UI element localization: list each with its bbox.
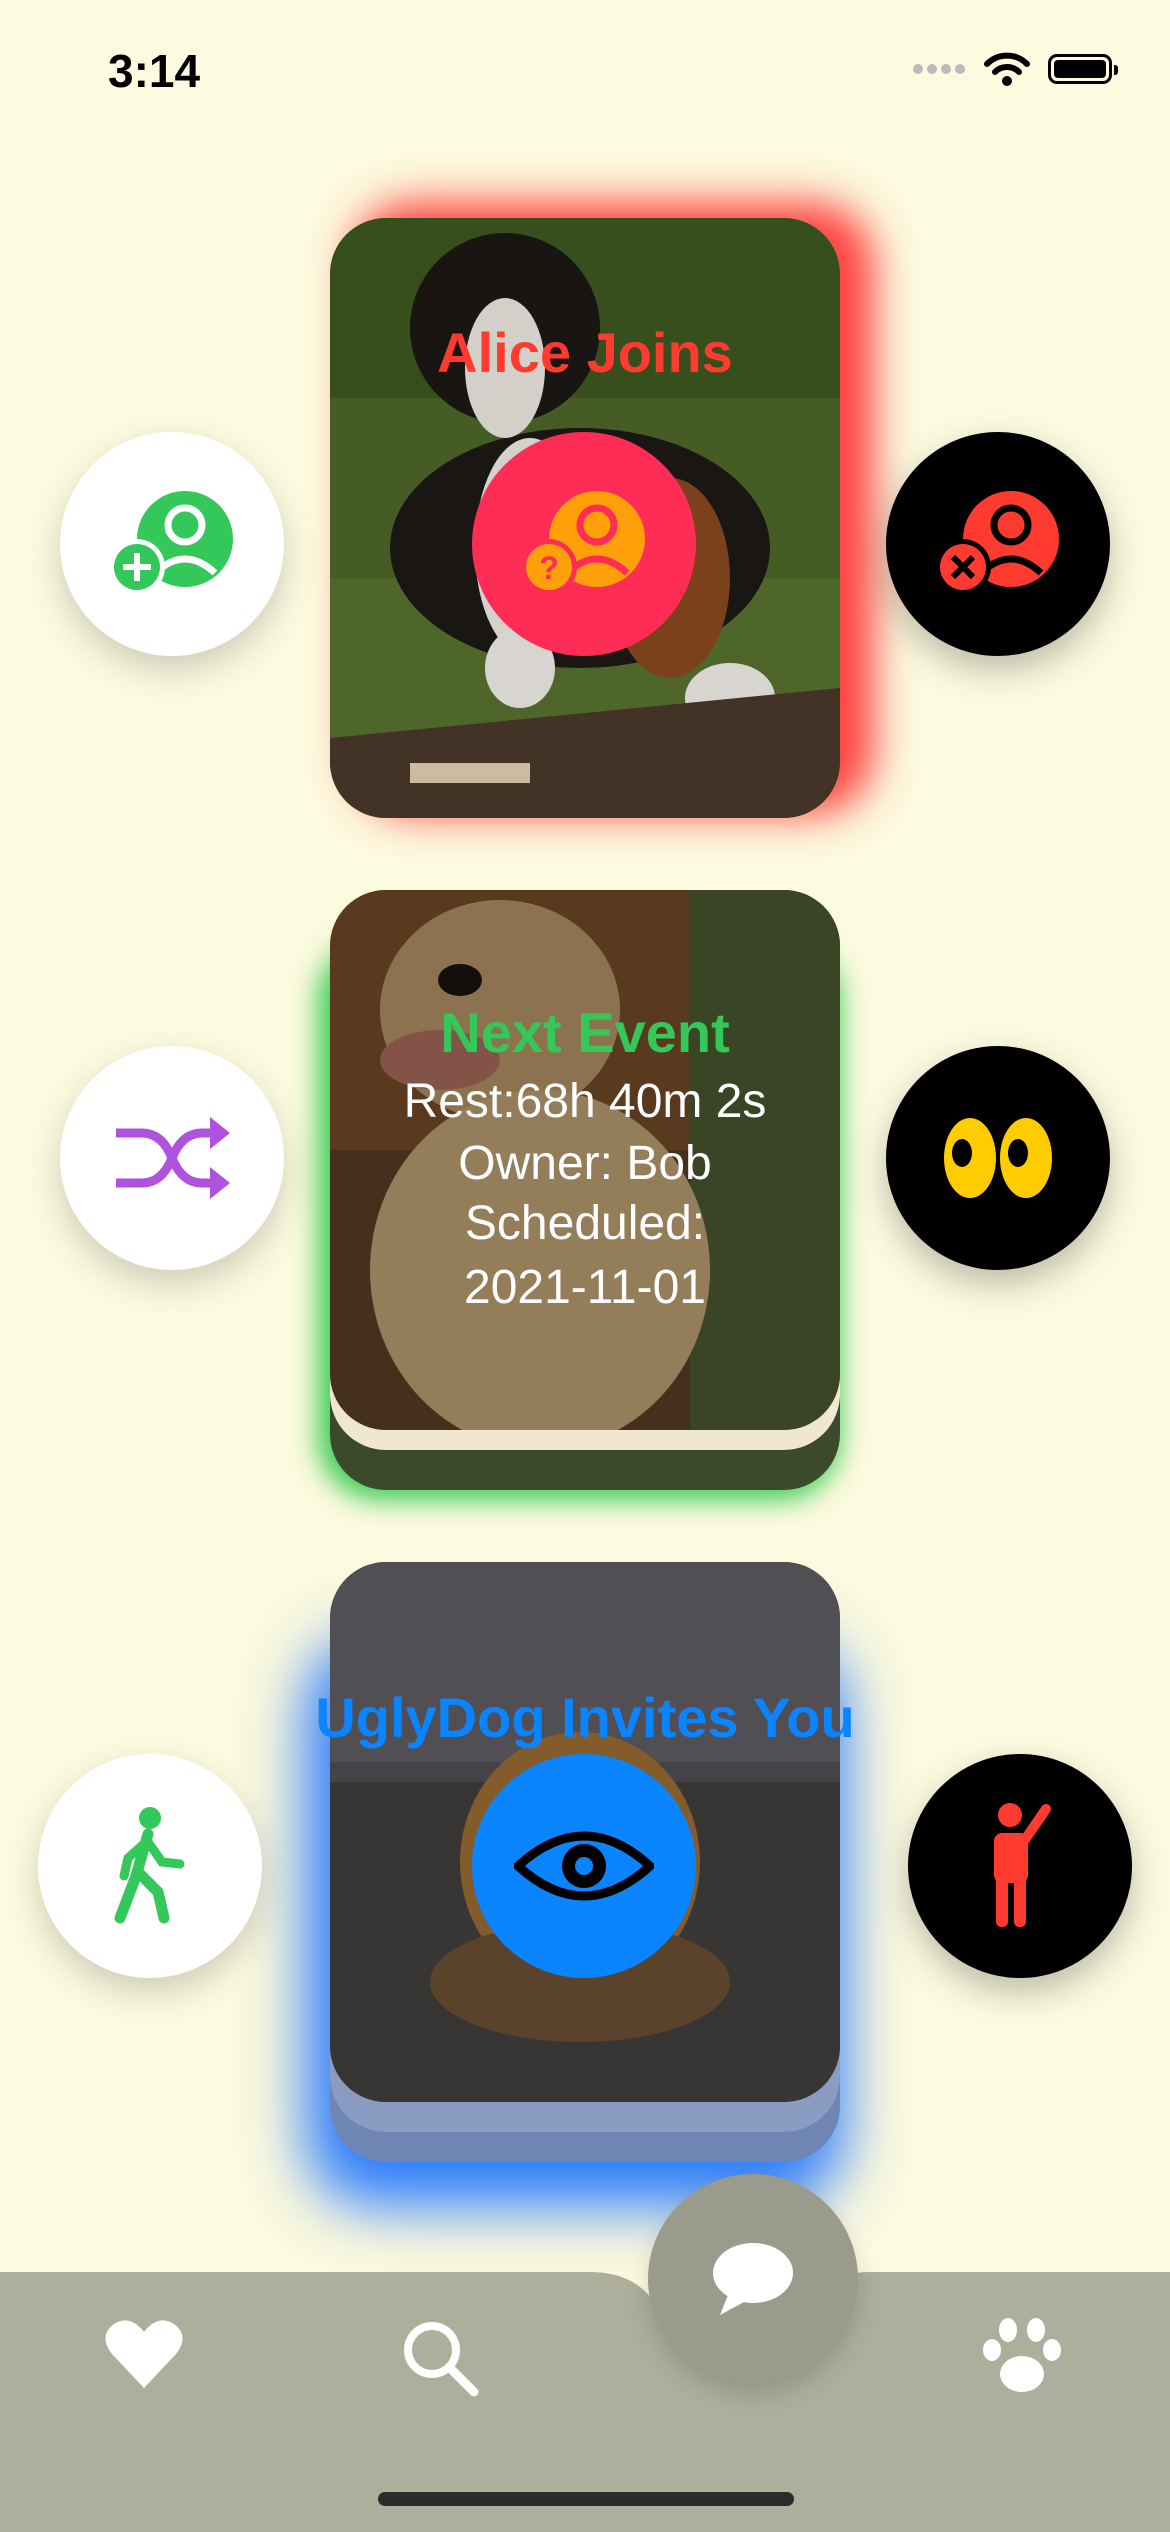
- chat-bubble-icon: [713, 2243, 793, 2315]
- event-owner: Owner: Bob: [458, 1137, 712, 1190]
- reject-join-button[interactable]: [886, 432, 1110, 656]
- tab-favorites[interactable]: [104, 2318, 184, 2395]
- watch-button[interactable]: [886, 1046, 1110, 1270]
- person-add-icon: [109, 491, 233, 595]
- card-title: Next Event: [440, 1001, 730, 1064]
- status-time: 3:14: [108, 45, 201, 97]
- status-icons: [912, 52, 1118, 86]
- view-invite-button[interactable]: [472, 1754, 696, 1978]
- paw-icon: [983, 2318, 1061, 2392]
- event-scheduled-label: Scheduled:: [464, 1197, 706, 1250]
- battery-icon: [1048, 54, 1118, 84]
- accept-join-button[interactable]: [60, 432, 284, 656]
- walk-button[interactable]: [38, 1754, 262, 1978]
- event-rest-time: Rest:68h 40m 2s: [403, 1075, 767, 1128]
- heart-icon: [105, 2320, 183, 2388]
- tab-pets[interactable]: [982, 2316, 1062, 2401]
- cellular-signal-icon: [913, 64, 965, 74]
- card-title: Alice Joins: [437, 321, 733, 384]
- person-question-icon: ?: [521, 491, 645, 595]
- card-next-event[interactable]: Next Event Rest:68h 40m 2s Owner: Bob Sc…: [330, 890, 840, 1490]
- event-scheduled-date: 2021-11-01: [464, 1261, 706, 1314]
- card-event-image: Next Event Rest:68h 40m 2s Owner: Bob Sc…: [330, 890, 840, 1430]
- raise-hand-button[interactable]: [908, 1754, 1132, 1978]
- eye-icon: [514, 1831, 654, 1901]
- eyes-icon: [944, 1118, 1052, 1198]
- wifi-icon: [984, 52, 1030, 86]
- shuffle-icon: [116, 1117, 230, 1199]
- walking-person-icon: [114, 1807, 185, 1924]
- tab-chat[interactable]: [648, 2174, 858, 2384]
- shuffle-button[interactable]: [60, 1046, 284, 1270]
- pending-join-button[interactable]: ?: [472, 432, 696, 656]
- raised-hand-person-icon: [994, 1803, 1051, 1927]
- person-remove-icon: [935, 491, 1059, 595]
- home-indicator: [378, 2492, 794, 2506]
- svg-text:?: ?: [539, 550, 559, 586]
- search-icon: [404, 2322, 479, 2397]
- card-title: UglyDog Invites You: [315, 1686, 855, 1749]
- tab-search[interactable]: [400, 2318, 480, 2403]
